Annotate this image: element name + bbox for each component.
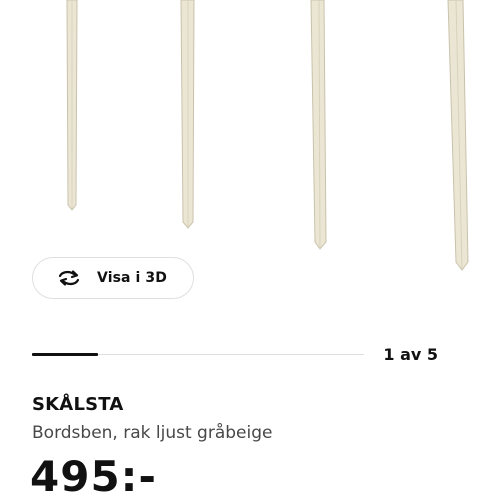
table-leg-4 [447, 0, 469, 271]
carousel-page-indicator: 1 av 5 [383, 345, 438, 364]
carousel-progress-bar [32, 353, 364, 356]
table-legs-illustration [66, 0, 469, 271]
carousel-progress-fill [32, 353, 98, 356]
product-name[interactable]: SKÅLSTA [32, 394, 124, 415]
product-image[interactable] [0, 0, 480, 275]
rotate-3d-icon [55, 268, 83, 288]
product-price: 495:- [30, 452, 157, 501]
view-in-3d-button[interactable]: Visa i 3D [32, 257, 194, 299]
table-leg-3 [310, 0, 327, 250]
view-in-3d-label: Visa i 3D [97, 270, 167, 286]
product-description: Bordsben, rak ljust gråbeige [32, 423, 273, 443]
